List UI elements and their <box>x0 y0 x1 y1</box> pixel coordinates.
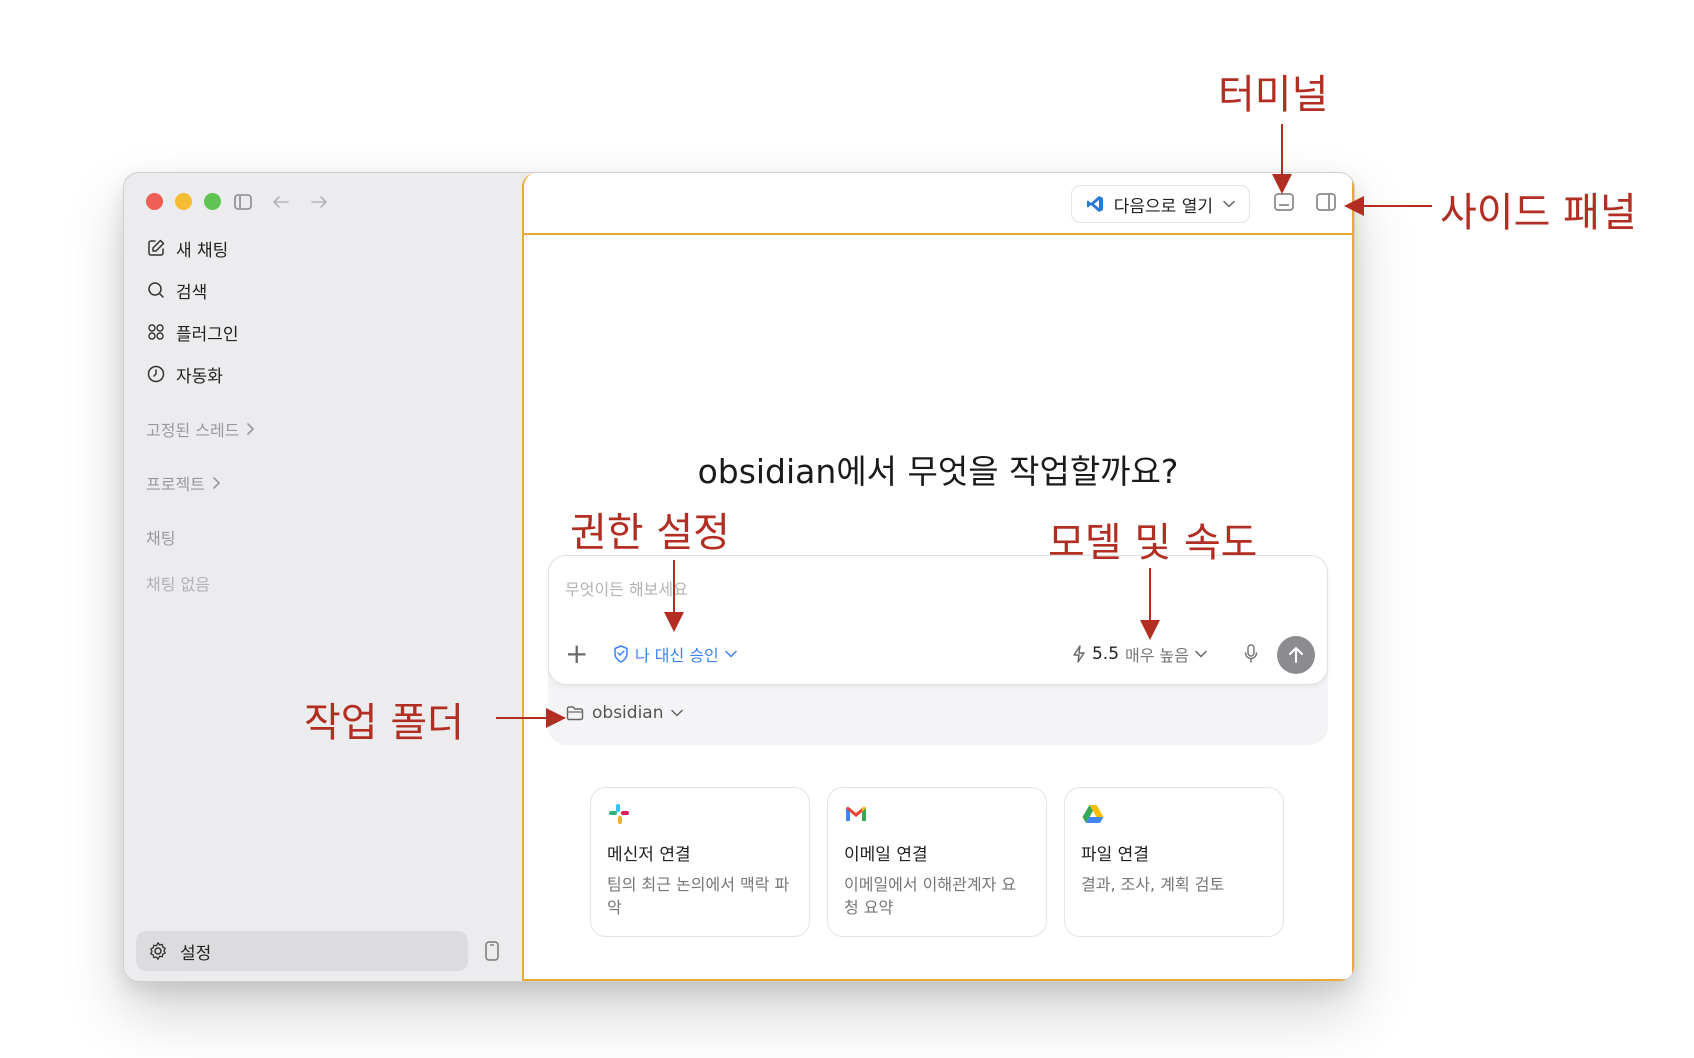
annotation-arrows <box>496 124 1432 728</box>
